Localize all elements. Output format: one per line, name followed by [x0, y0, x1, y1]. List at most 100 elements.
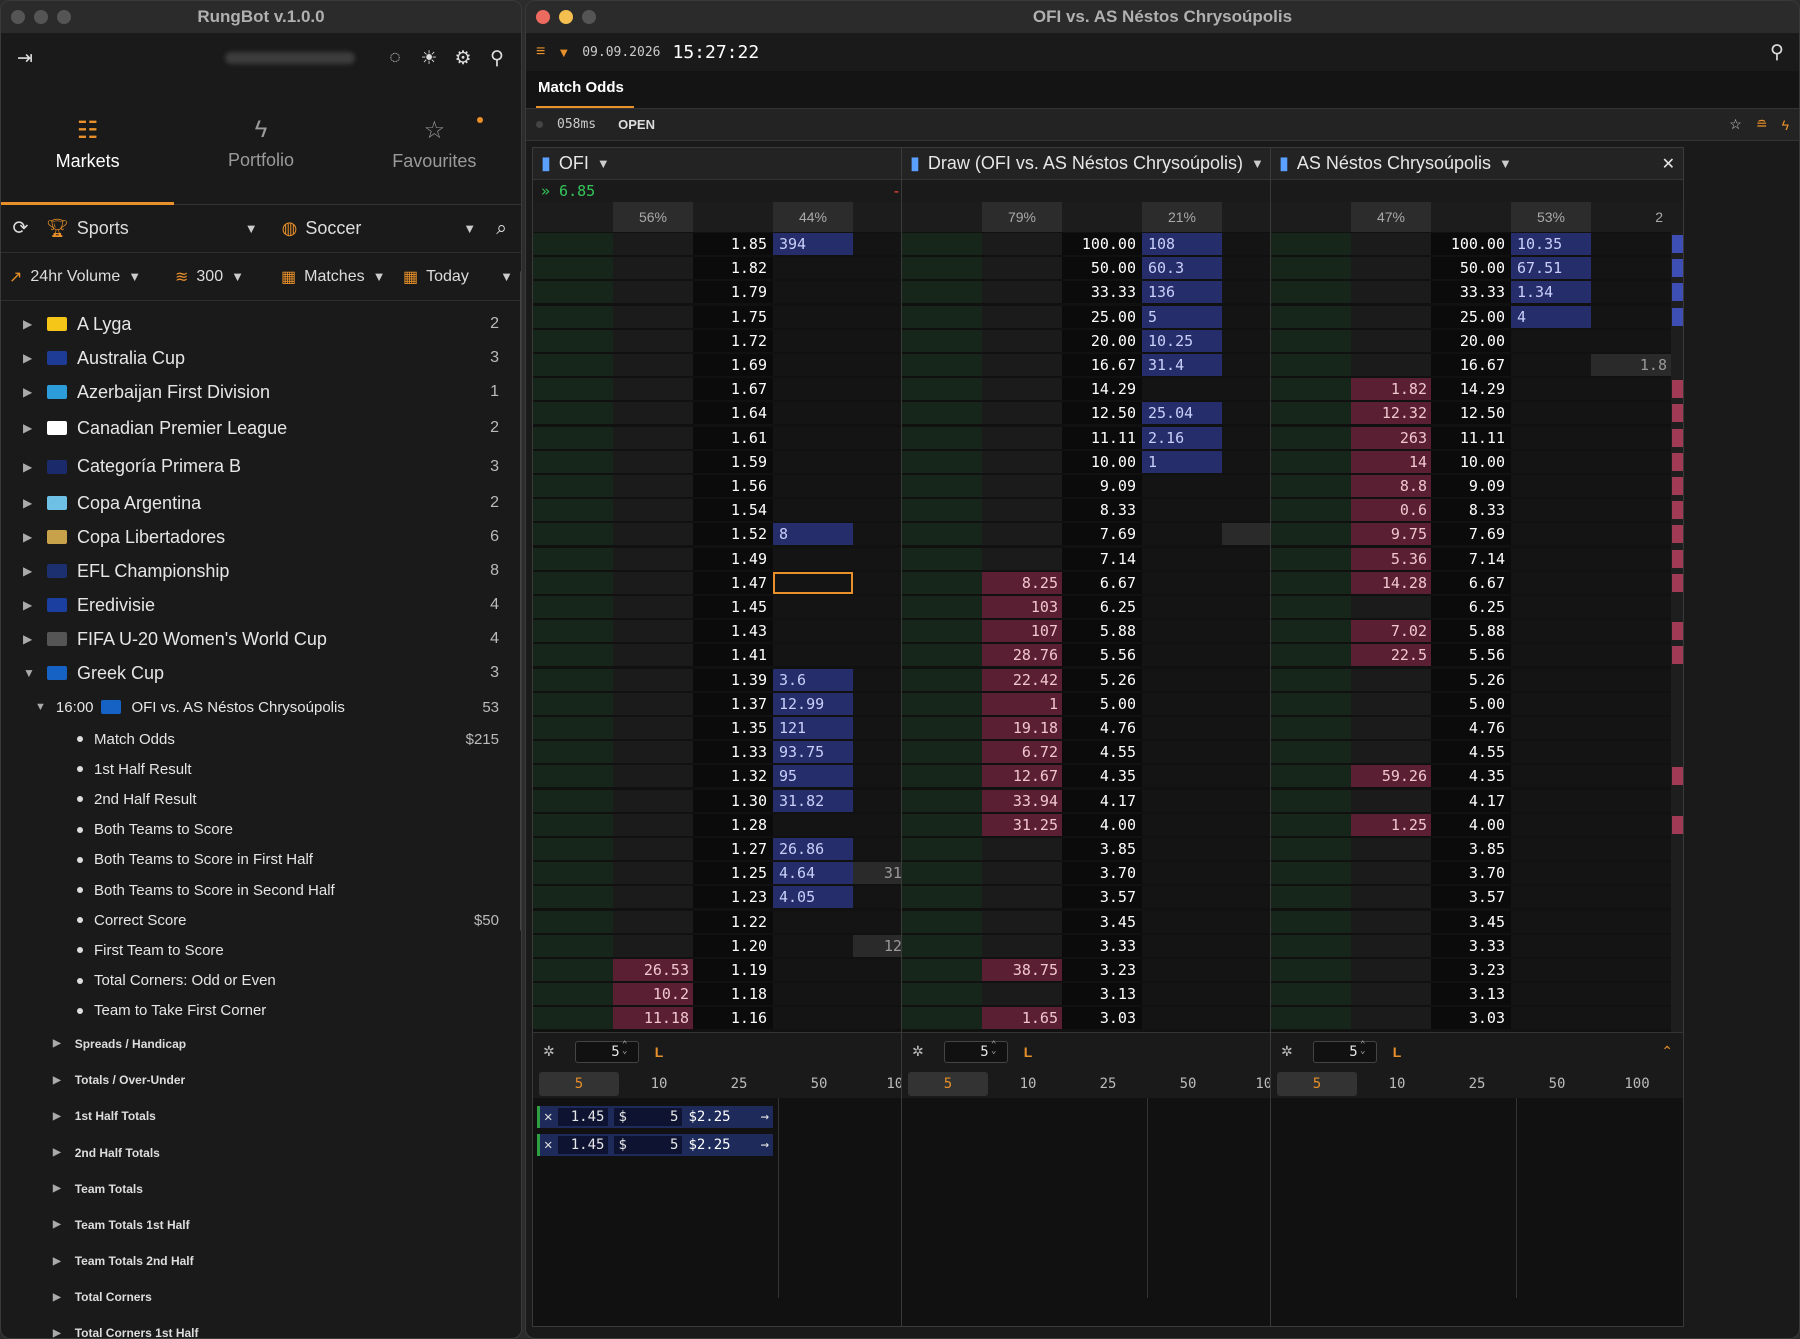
tab-markets[interactable]: ☷ Markets: [1, 83, 175, 205]
stake-option[interactable]: 50: [779, 1072, 859, 1096]
caret-right-icon[interactable]: ▶: [53, 1292, 61, 1303]
lay-cell[interactable]: [982, 475, 1062, 497]
market-item[interactable]: Both Teams to Score: [1, 815, 521, 845]
market-group[interactable]: ▶ 1st Half Totals: [1, 1098, 521, 1134]
caret-right-icon[interactable]: ▶: [23, 564, 33, 578]
back-cell[interactable]: 12.99: [773, 692, 853, 715]
market-group[interactable]: ▶ Team Totals: [1, 1171, 521, 1207]
lay-cell[interactable]: 6.72: [982, 741, 1062, 764]
back-cell[interactable]: [1511, 644, 1591, 667]
caret-down-icon[interactable]: ▼: [23, 666, 35, 680]
back-cell[interactable]: [1511, 571, 1591, 594]
back-cell[interactable]: [1511, 378, 1591, 401]
back-cell[interactable]: [1142, 547, 1222, 570]
lay-cell[interactable]: [1351, 910, 1431, 933]
back-cell[interactable]: [1142, 620, 1222, 643]
lay-cell[interactable]: [982, 910, 1062, 933]
lay-cell[interactable]: [613, 644, 693, 667]
favourite-icon[interactable]: ☆: [1729, 116, 1742, 133]
lay-cell[interactable]: [1351, 1007, 1431, 1030]
lay-cell[interactable]: [613, 571, 693, 594]
lay-cell[interactable]: 1.25: [1351, 813, 1431, 836]
lay-cell[interactable]: [613, 523, 693, 546]
lay-cell[interactable]: 14: [1351, 450, 1431, 473]
market-item[interactable]: Both Teams to Score in Second Half: [1, 875, 521, 905]
lay-cell[interactable]: [613, 329, 693, 352]
back-cell[interactable]: [1142, 862, 1222, 885]
lay-cell[interactable]: [613, 934, 693, 957]
back-cell[interactable]: 10.35: [1511, 233, 1591, 255]
back-cell[interactable]: [773, 426, 853, 449]
close-window-button[interactable]: [536, 10, 550, 24]
lay-cell[interactable]: [1351, 983, 1431, 1006]
back-cell[interactable]: [773, 402, 853, 425]
lay-cell[interactable]: 7.02: [1351, 620, 1431, 643]
settings-icon[interactable]: ⚙: [451, 46, 475, 70]
lay-cell[interactable]: [613, 596, 693, 618]
caret-right-icon[interactable]: ▶: [53, 1256, 61, 1267]
lay-cell[interactable]: 38.75: [982, 959, 1062, 981]
runner-name[interactable]: AS Néstos Chrysoúpolis: [1297, 153, 1491, 174]
back-cell[interactable]: [1142, 475, 1222, 497]
market-item[interactable]: Correct Score $50: [1, 905, 521, 935]
back-cell[interactable]: [1511, 789, 1591, 812]
back-cell[interactable]: 394: [773, 233, 853, 255]
caret-right-icon[interactable]: ▶: [23, 351, 33, 365]
stake-option[interactable]: 5: [908, 1072, 988, 1096]
lay-cell[interactable]: 0.6: [1351, 499, 1431, 522]
lay-cell[interactable]: [982, 281, 1062, 304]
stake-option[interactable]: 25: [1437, 1072, 1517, 1096]
lay-cell[interactable]: [982, 862, 1062, 885]
lay-cell[interactable]: [613, 838, 693, 860]
back-cell[interactable]: [1511, 765, 1591, 788]
event-item[interactable]: ▼ 16:00 OFI vs. AS Néstos Chrysoúpolis 5…: [1, 690, 521, 724]
order-stake-field[interactable]: $5: [614, 1136, 683, 1154]
back-cell[interactable]: [773, 1007, 853, 1030]
stake-option[interactable]: 50: [1517, 1072, 1597, 1096]
back-cell[interactable]: [1511, 741, 1591, 764]
back-cell[interactable]: 3.6: [773, 668, 853, 691]
lay-cell[interactable]: [613, 789, 693, 812]
back-cell[interactable]: [1511, 547, 1591, 570]
lay-cell[interactable]: 1.82: [1351, 378, 1431, 401]
pin-icon[interactable]: ⚲: [1765, 40, 1789, 64]
competition-item[interactable]: ▶ Australia Cup 3: [1, 341, 521, 375]
back-cell[interactable]: [1142, 983, 1222, 1006]
arrow-right-icon[interactable]: →: [761, 1109, 769, 1125]
sports-select[interactable]: 🏆︎ Sports ▼: [46, 218, 258, 239]
back-cell[interactable]: [1142, 789, 1222, 812]
lay-cell[interactable]: [613, 886, 693, 909]
stake-option[interactable]: 5: [1277, 1072, 1357, 1096]
side-toggle[interactable]: L: [655, 1044, 664, 1060]
cancel-order-icon[interactable]: ✕: [544, 1137, 552, 1153]
market-item[interactable]: Team to Take First Corner: [1, 996, 521, 1026]
back-cell[interactable]: [1142, 596, 1222, 618]
competition-item[interactable]: ▶ FIFA U-20 Women's World Cup 4: [1, 622, 521, 656]
lay-cell[interactable]: [1351, 354, 1431, 376]
back-cell[interactable]: [1142, 934, 1222, 957]
back-cell[interactable]: [1511, 402, 1591, 425]
lay-cell[interactable]: 28.76: [982, 644, 1062, 667]
competition-item[interactable]: ▶ Copa Libertadores 6: [1, 520, 521, 554]
caret-right-icon[interactable]: ▶: [23, 385, 33, 399]
lay-cell[interactable]: [982, 450, 1062, 473]
date-select[interactable]: ▦ Today ▼: [403, 267, 513, 287]
lay-cell[interactable]: [613, 668, 693, 691]
back-cell[interactable]: [1142, 959, 1222, 981]
back-cell[interactable]: [1511, 450, 1591, 473]
lay-cell[interactable]: 103: [982, 596, 1062, 618]
close-icon[interactable]: ✕: [1662, 154, 1675, 174]
back-cell[interactable]: [1511, 717, 1591, 739]
back-cell[interactable]: 4.05: [773, 886, 853, 909]
lay-cell[interactable]: [1351, 329, 1431, 352]
zoom-window-button[interactable]: [582, 10, 596, 24]
lay-cell[interactable]: [613, 862, 693, 885]
lay-cell[interactable]: [982, 233, 1062, 255]
back-cell[interactable]: [773, 983, 853, 1006]
cancel-order-icon[interactable]: ✕: [544, 1109, 552, 1125]
arrow-right-icon[interactable]: →: [761, 1137, 769, 1153]
back-cell[interactable]: 95: [773, 765, 853, 788]
back-cell[interactable]: [773, 910, 853, 933]
back-cell[interactable]: [773, 934, 853, 957]
market-group[interactable]: ▶ Team Totals 1st Half: [1, 1207, 521, 1243]
